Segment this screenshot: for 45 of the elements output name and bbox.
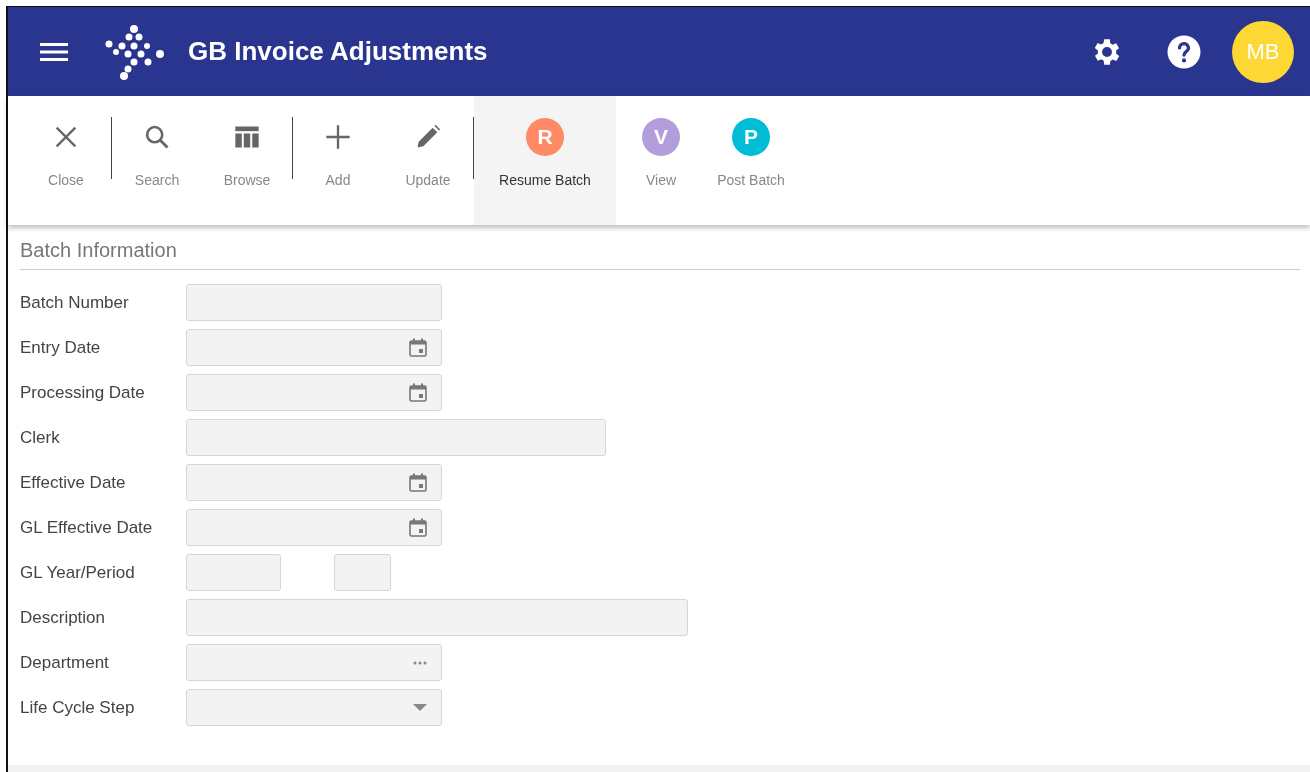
field-label: Clerk <box>20 427 61 448</box>
letter-badge: V <box>642 118 680 156</box>
input-field[interactable] <box>186 284 442 321</box>
lookup-field[interactable] <box>186 644 442 681</box>
caret-icon[interactable] <box>413 704 427 711</box>
calendar-icon[interactable] <box>409 338 427 357</box>
field-label: Effective Date <box>20 472 127 493</box>
field-label: Department <box>20 652 110 673</box>
toolbar-button[interactable]: Browse <box>202 96 292 225</box>
date-field[interactable] <box>186 509 442 546</box>
plus-icon <box>324 123 352 151</box>
toolbar-button[interactable]: R Resume Batch <box>474 96 616 225</box>
letter-badge: P <box>732 118 770 156</box>
calendar-icon[interactable] <box>409 383 427 402</box>
calendar-icon[interactable] <box>409 518 427 537</box>
field-label: Batch Number <box>20 292 130 313</box>
field-label: Entry Date <box>20 337 102 358</box>
input-field[interactable] <box>186 419 606 456</box>
help-icon[interactable] <box>1166 33 1202 70</box>
search-icon <box>143 123 171 151</box>
field-label: GL Effective Date <box>20 517 154 538</box>
field-label: Life Cycle Step <box>20 697 136 718</box>
dropdown-field[interactable] <box>186 689 442 726</box>
date-field[interactable] <box>186 329 442 366</box>
field-label: GL Year/Period <box>20 562 136 583</box>
input-field[interactable] <box>334 554 391 591</box>
menu-icon[interactable] <box>40 41 68 62</box>
app-title: GB Invoice Adjustments <box>188 36 488 67</box>
toolbar-button[interactable]: V View <box>616 96 706 225</box>
input-field[interactable] <box>186 599 688 636</box>
input-field[interactable] <box>186 554 281 591</box>
toolbar-button[interactable]: Close <box>21 96 111 225</box>
field-label: Description <box>20 607 107 628</box>
toolbar-button[interactable]: Update <box>383 96 473 225</box>
date-field[interactable] <box>186 374 442 411</box>
more-icon[interactable] <box>413 660 427 665</box>
calendar-icon[interactable] <box>409 473 427 492</box>
section-title: Batch Information <box>20 239 1300 270</box>
letter-badge: R <box>526 118 564 156</box>
field-label: Processing Date <box>20 382 146 403</box>
toolbar-button[interactable]: P Post Batch <box>706 96 796 225</box>
date-field[interactable] <box>186 464 442 501</box>
toolbar-button[interactable]: Add <box>293 96 383 225</box>
toolbar-button[interactable]: Search <box>112 96 202 225</box>
logo-icon <box>104 23 166 80</box>
